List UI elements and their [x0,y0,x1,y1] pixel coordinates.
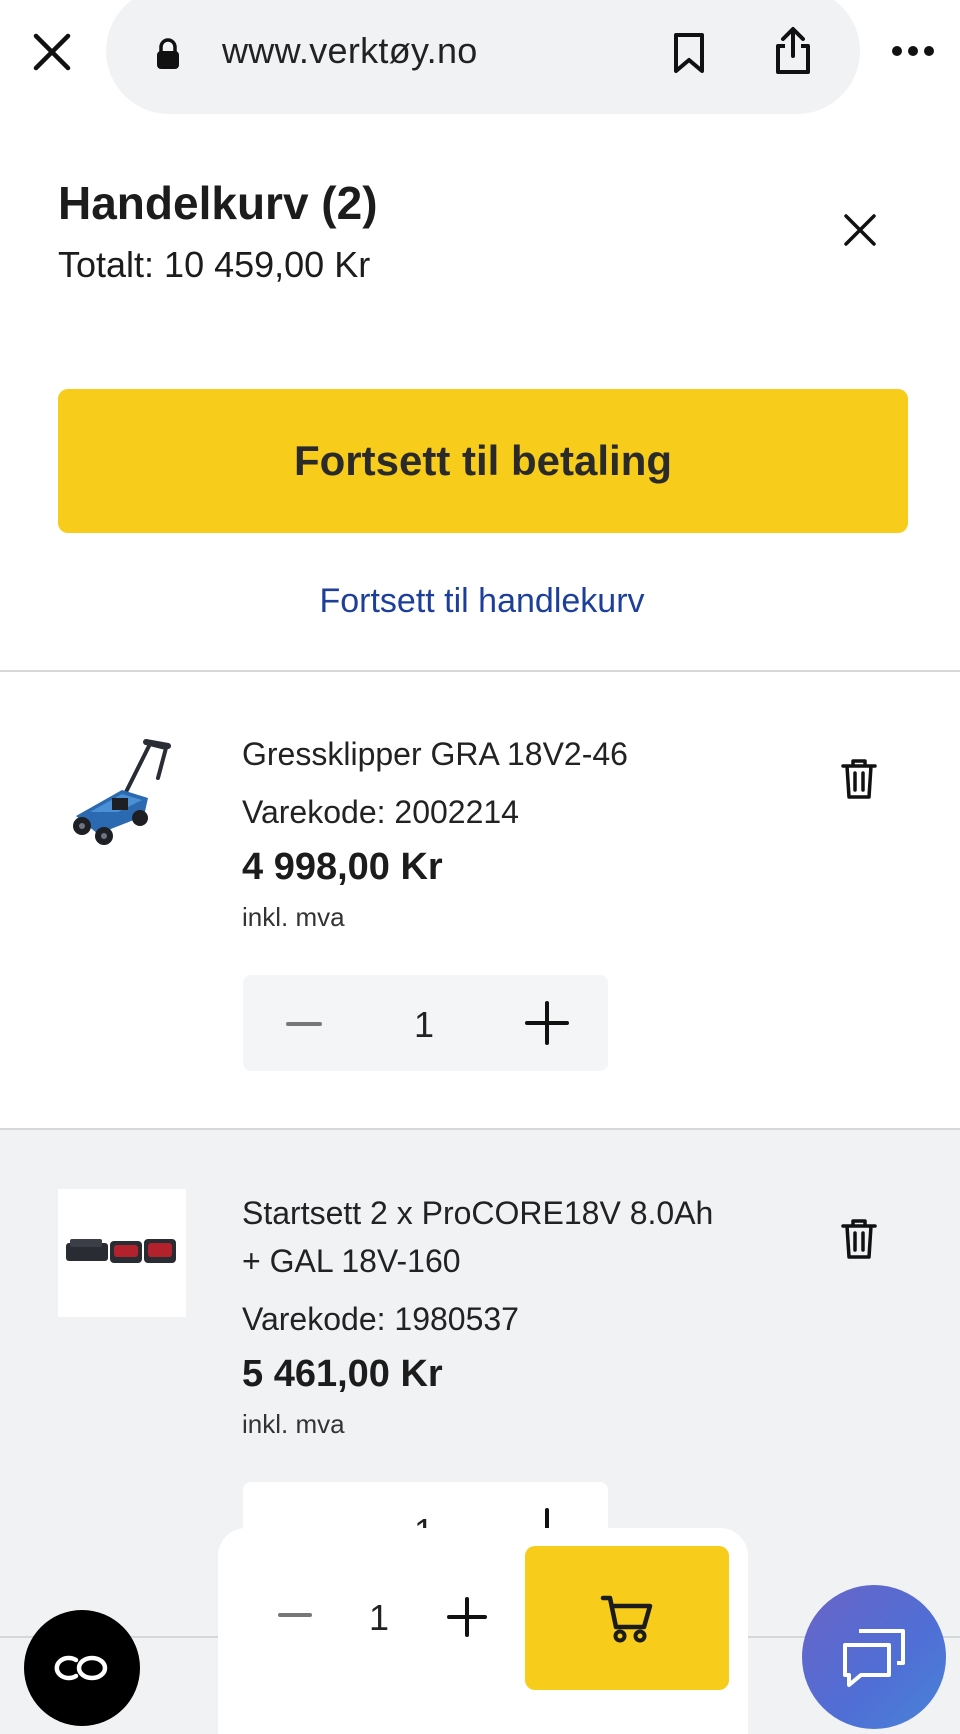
trash-icon [841,759,877,799]
url-text: www.verktøy.no [222,30,478,71]
plus-icon [525,1001,569,1045]
bookmark-button[interactable] [664,26,714,80]
lock-icon [154,38,182,70]
close-icon [33,33,71,71]
product-price: 5 461,00 Kr [242,1353,443,1395]
share-icon [776,27,810,74]
vat-note: inkl. mva [242,1409,345,1439]
shopping-cart-icon [600,1595,653,1643]
cart-title: Handelkurv (2) [58,177,378,229]
cart-total: Totalt: 10 459,00 Kr [58,244,371,285]
minus-icon [286,1022,322,1026]
add-to-cart-button[interactable] [525,1546,729,1690]
co-widget-button[interactable] [24,1610,140,1726]
sticky-decrease-quantity-button[interactable] [272,1592,318,1638]
increase-quantity-button[interactable] [521,997,573,1049]
sticky-quantity-value[interactable]: 1 [349,1597,409,1639]
product-price: 4 998,00 Kr [242,846,443,888]
lawn-mower-image [62,738,182,848]
chat-bubbles-icon [843,1629,905,1687]
decrease-quantity-button[interactable] [279,999,329,1049]
product-name[interactable]: Startsett 2 x ProCORE18V 8.0Ah + GAL 18V… [242,1189,713,1285]
co-logo-icon [54,1655,108,1681]
delete-item-button[interactable] [836,1214,882,1264]
continue-to-cart-link[interactable]: Fortsett til handlekurv [0,582,960,621]
close-icon [844,214,876,246]
vat-note: inkl. mva [242,902,345,932]
product-name-line-2: + GAL 18V-160 [242,1243,461,1279]
bookmark-icon [674,33,704,73]
quantity-stepper: 1 [243,975,608,1071]
divider [0,670,960,672]
delete-item-button[interactable] [836,754,882,804]
battery-starter-kit-image [58,1189,186,1317]
chat-button[interactable] [802,1585,946,1729]
more-menu-button[interactable] [888,36,938,66]
minus-icon [278,1613,312,1617]
sticky-increase-quantity-button[interactable] [444,1594,490,1640]
plus-icon [447,1597,487,1637]
product-name-line-1: Startsett 2 x ProCORE18V 8.0Ah [242,1195,714,1231]
product-code: Varekode: 1980537 [242,1301,519,1337]
close-cart-button[interactable] [838,208,882,252]
close-tab-button[interactable] [22,22,82,82]
trash-icon [841,1219,877,1259]
product-code: Varekode: 2002214 [242,794,519,830]
address-bar[interactable] [106,0,860,114]
quantity-value[interactable]: 1 [394,1004,454,1046]
product-name[interactable]: Gressklipper GRA 18V2-46 [242,730,628,778]
share-button[interactable] [766,22,820,80]
more-dots-icon [892,46,934,56]
checkout-button[interactable]: Fortsett til betaling [58,389,908,533]
